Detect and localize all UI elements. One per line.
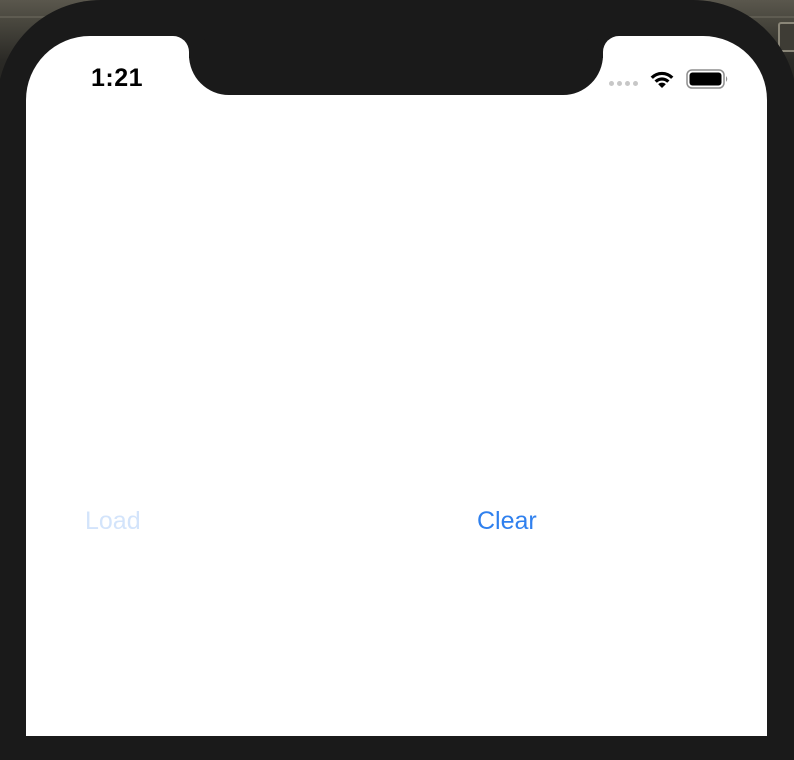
phone-screen: 1:21 Load Clear bbox=[26, 36, 767, 736]
battery-icon bbox=[686, 68, 730, 90]
cellular-signal-icon bbox=[609, 80, 638, 86]
clear-button[interactable]: Clear bbox=[477, 507, 537, 536]
load-button[interactable]: Load bbox=[85, 507, 141, 536]
phone-frame: 1:21 Load Clear bbox=[0, 0, 794, 760]
wifi-icon bbox=[648, 69, 676, 89]
notch bbox=[189, 36, 603, 95]
status-time: 1:21 bbox=[91, 64, 144, 92]
status-icons bbox=[609, 68, 730, 90]
